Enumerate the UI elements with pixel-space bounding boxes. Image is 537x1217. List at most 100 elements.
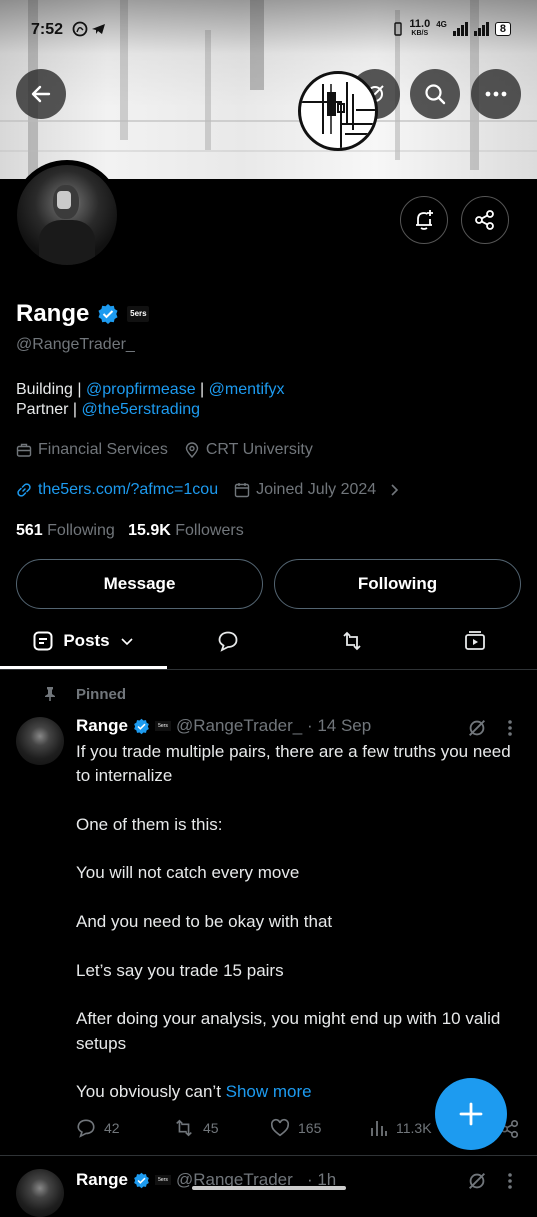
- more-dots-icon: [485, 91, 507, 97]
- like-count: 165: [298, 1120, 322, 1136]
- chevron-right-icon[interactable]: [386, 482, 402, 498]
- back-button[interactable]: [16, 69, 66, 119]
- following-stat[interactable]: 561 Following: [16, 522, 115, 539]
- bio-text: Building |: [16, 381, 86, 398]
- notify-button[interactable]: [400, 196, 448, 244]
- calendar-icon: [234, 483, 250, 498]
- next-post-author[interactable]: Range: [76, 1170, 128, 1190]
- home-indicator[interactable]: [192, 1186, 346, 1190]
- network-speed: 11.0 KB/S: [409, 18, 431, 38]
- profile-tabs: Posts: [0, 612, 537, 670]
- bell-plus-icon: [416, 210, 433, 230]
- post-paragraph: One of them is this:: [76, 814, 223, 834]
- search-icon: [425, 84, 446, 105]
- views-count: 11.3K: [396, 1120, 432, 1136]
- views-icon: [371, 1121, 387, 1136]
- notification-icons: [72, 21, 108, 40]
- tab-posts[interactable]: Posts: [0, 612, 167, 669]
- plus-icon: [459, 1102, 483, 1126]
- bio-separator: |: [195, 381, 209, 398]
- post-paragraph: You will not catch every move: [76, 863, 300, 883]
- vibrate-icon: [394, 22, 403, 36]
- bio-link-mentifyx[interactable]: @mentifyx: [209, 381, 285, 398]
- reply-action[interactable]: 42: [76, 1118, 120, 1138]
- back-arrow-icon: [31, 85, 51, 103]
- profile-avatar[interactable]: [12, 160, 122, 270]
- next-post-grok-button[interactable]: [466, 1170, 488, 1197]
- share-icon: [475, 210, 494, 230]
- share-button[interactable]: [461, 196, 509, 244]
- tab-replies[interactable]: [178, 612, 278, 669]
- profile-joined: Joined July 2024: [256, 481, 377, 498]
- followers-stat[interactable]: 15.9K Followers: [128, 522, 244, 539]
- following-button[interactable]: Following: [274, 559, 521, 609]
- signal-icon-2: [473, 22, 489, 36]
- verified-badge-icon[interactable]: [97, 303, 119, 325]
- profile-bio: Building | @propfirmease | @mentifyx Par…: [16, 380, 284, 420]
- profile-stats: 561 Following 15.9K Followers: [16, 522, 244, 540]
- verified-badge-icon: [134, 718, 149, 734]
- profile-website[interactable]: the5ers.com/?afmc=1cou: [38, 481, 218, 499]
- post-author-name[interactable]: Range: [76, 716, 128, 736]
- profile-meta-row-2: the5ers.com/?afmc=1cou Joined July 2024: [16, 481, 402, 499]
- post-author-avatar[interactable]: [16, 717, 64, 765]
- briefcase-icon: [16, 443, 32, 457]
- post-divider: [0, 1155, 537, 1156]
- like-action[interactable]: 165: [270, 1118, 321, 1138]
- status-time: 7:52: [31, 21, 64, 38]
- heart-icon: [270, 1118, 290, 1137]
- reply-icon: [77, 1119, 95, 1138]
- bio-link-propfirmease[interactable]: @propfirmease: [86, 381, 196, 398]
- show-more-link[interactable]: Show more: [226, 1082, 312, 1101]
- post-meta: @RangeTrader_ · 14 Sep: [175, 716, 372, 735]
- post-paragraph: After doing your analysis, you might end…: [76, 1009, 501, 1053]
- link-icon: [17, 483, 31, 497]
- profile-name-row: Range 5ers: [16, 300, 150, 328]
- post-paragraph: If you trade multiple pairs, there are a…: [76, 742, 511, 786]
- active-tab-indicator: [0, 666, 167, 669]
- grok-icon: [469, 720, 485, 736]
- posts-icon: [33, 631, 53, 650]
- repost-action[interactable]: 45: [173, 1118, 219, 1138]
- affiliate-badge-small: 5ers: [154, 1175, 171, 1185]
- tab-reposts[interactable]: [302, 612, 402, 669]
- bio-link-the5erstrading[interactable]: @the5erstrading: [82, 401, 201, 418]
- post-paragraph: Let’s say you trade 15 pairs: [76, 960, 284, 980]
- signal-icon: [452, 22, 468, 36]
- more-vertical-icon: [508, 720, 512, 736]
- message-button[interactable]: Message: [16, 559, 263, 609]
- affiliate-badge[interactable]: 5ers: [127, 306, 150, 322]
- affiliate-badge-small: 5ers: [154, 721, 171, 731]
- verified-badge-icon: [134, 1172, 149, 1188]
- profile-location: CRT University: [205, 441, 313, 458]
- post-body[interactable]: If you trade multiple pairs, there are a…: [76, 740, 516, 1104]
- location-icon: [185, 442, 199, 458]
- search-button[interactable]: [410, 69, 460, 119]
- post-more-button[interactable]: [506, 719, 514, 742]
- views-action[interactable]: 11.3K: [370, 1118, 432, 1138]
- more-options-button[interactable]: [471, 69, 521, 119]
- battery-icon: 8: [494, 22, 511, 36]
- pin-icon: [42, 686, 58, 707]
- post-paragraph: And you need to be okay with that: [76, 912, 333, 932]
- profile-handle: @RangeTrader_: [16, 336, 135, 353]
- brand-logo: [298, 71, 378, 151]
- next-post-more-button[interactable]: [506, 1172, 514, 1195]
- repost-tab-icon: [343, 631, 361, 650]
- compose-button[interactable]: [435, 1078, 507, 1150]
- next-post-avatar[interactable]: [16, 1169, 64, 1217]
- bio-text-2: Partner |: [16, 401, 82, 418]
- tab-posts-label: Posts: [63, 630, 110, 650]
- status-right: 11.0 KB/S 4G 8: [393, 18, 511, 38]
- tab-media[interactable]: [425, 612, 525, 669]
- repost-count: 45: [203, 1120, 219, 1136]
- network-type: 4G: [436, 20, 447, 29]
- media-tab-icon: [465, 630, 485, 650]
- post-header: Range 5ers @RangeTrader_ · 14 Sep: [76, 716, 371, 736]
- status-bar: 7:52 11.0 KB/S 4G 8: [0, 0, 537, 62]
- grok-icon: [469, 1173, 485, 1189]
- profile-category: Financial Services: [38, 441, 168, 458]
- reply-tab-icon: [218, 631, 238, 652]
- pinned-label: Pinned: [76, 686, 127, 703]
- profile-name: Range: [16, 300, 90, 327]
